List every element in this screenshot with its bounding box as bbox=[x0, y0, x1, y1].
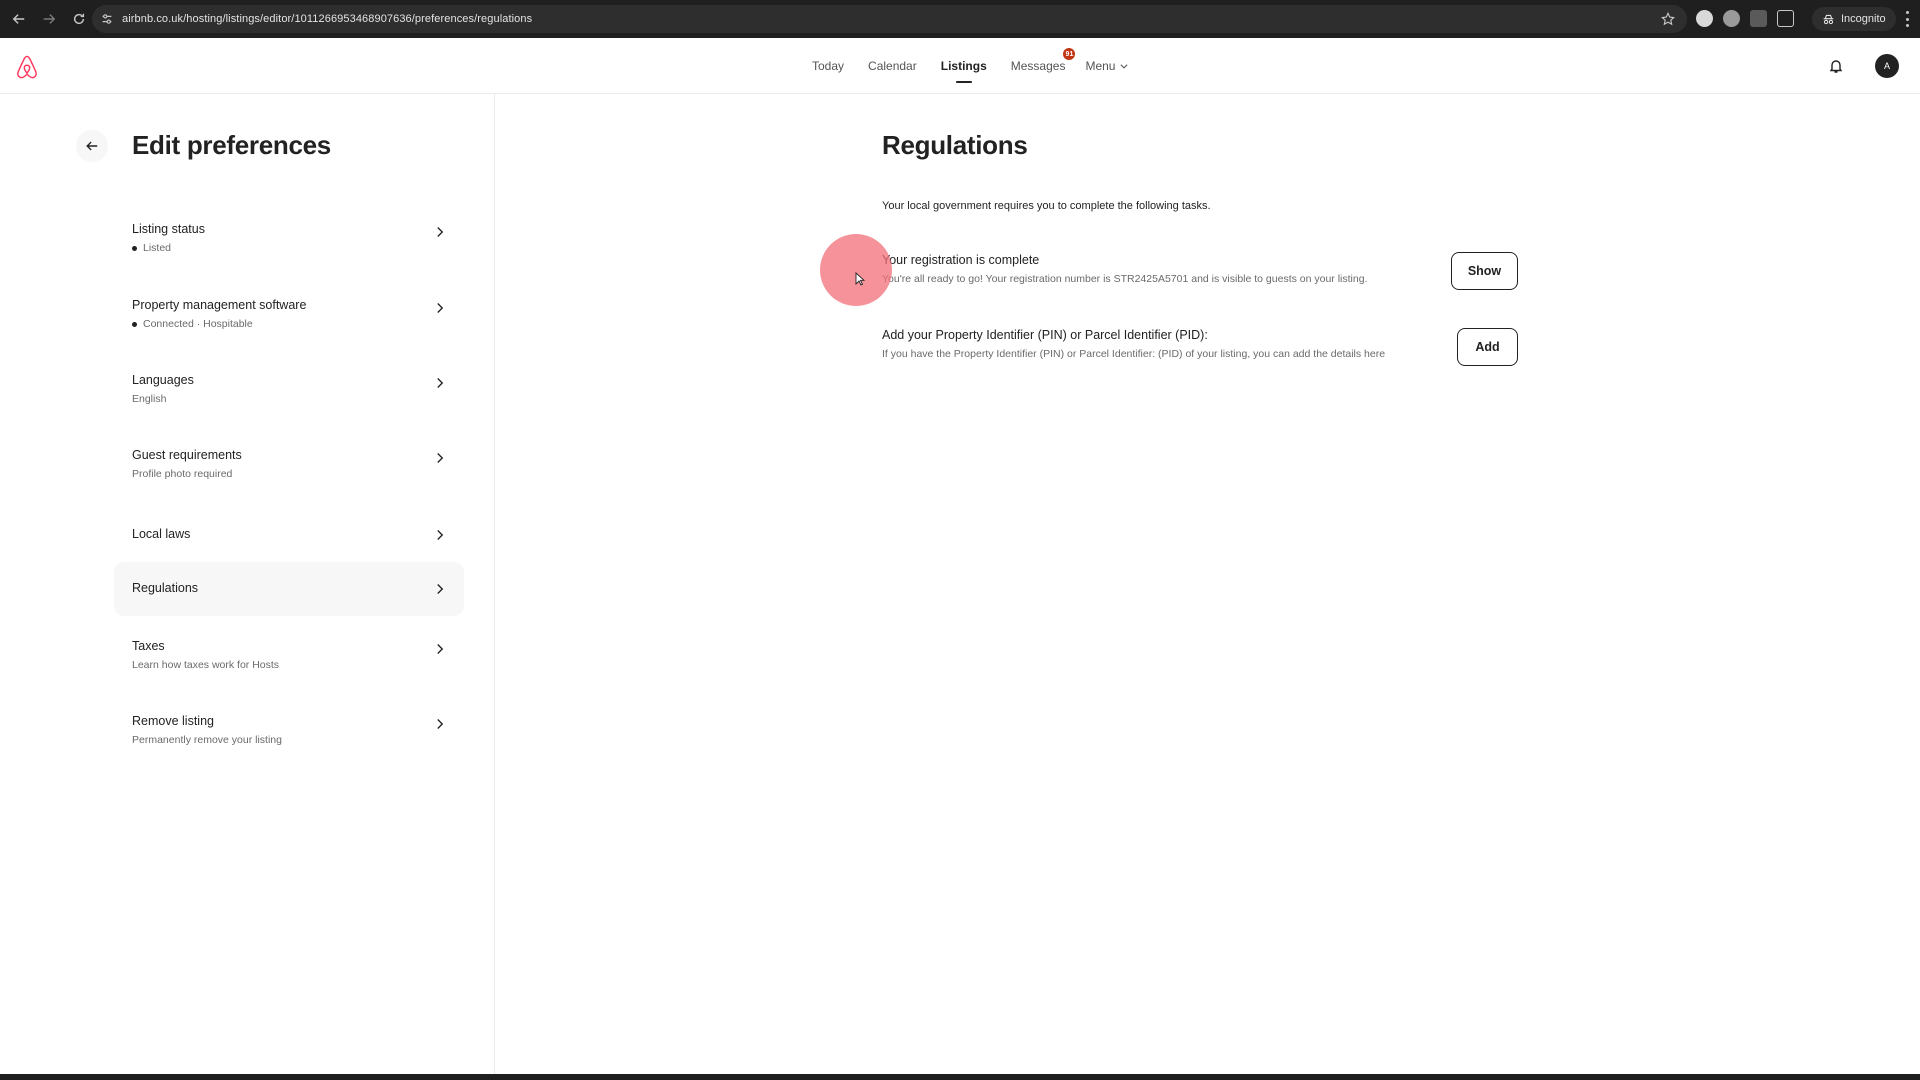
chevron-right-icon bbox=[437, 378, 444, 388]
pref-item-label: Local laws bbox=[132, 527, 191, 541]
pref-item-sub: Profile photo required bbox=[132, 468, 233, 480]
notifications-bell-icon[interactable] bbox=[1828, 58, 1844, 74]
extension-icon[interactable] bbox=[1750, 10, 1767, 27]
pref-item-regulations[interactable]: Regulations bbox=[114, 562, 464, 616]
nav-listings[interactable]: Listings bbox=[941, 59, 987, 73]
pref-item-sub: Listed bbox=[132, 242, 171, 254]
chevron-right-icon bbox=[437, 644, 444, 654]
pref-item-guest-requirements[interactable]: Guest requirements Profile photo require… bbox=[114, 442, 464, 494]
site-settings-icon[interactable] bbox=[100, 12, 114, 26]
nav-menu-label: Menu bbox=[1085, 59, 1116, 73]
chevron-right-icon bbox=[437, 719, 444, 729]
pref-item-label: Guest requirements bbox=[132, 448, 242, 462]
status-dot-icon bbox=[132, 245, 137, 251]
extensions-puzzle-icon[interactable] bbox=[1777, 10, 1794, 27]
incognito-icon bbox=[1823, 14, 1834, 24]
pref-item-remove-listing[interactable]: Remove listing Permanently remove your l… bbox=[114, 708, 464, 760]
pref-item-label: Listing status bbox=[132, 222, 205, 236]
chevron-right-icon bbox=[437, 453, 444, 463]
address-bar[interactable]: airbnb.co.uk/hosting/listings/editor/101… bbox=[92, 5, 1687, 33]
pref-item-label: Regulations bbox=[132, 581, 199, 595]
pin-pid-title: Add your Property Identifier (PIN) or Pa… bbox=[882, 328, 1208, 342]
nav-calendar[interactable]: Calendar bbox=[868, 59, 917, 73]
reload-icon bbox=[73, 13, 85, 25]
nav-menu[interactable]: Menu bbox=[1085, 59, 1129, 73]
pref-item-label: Property management software bbox=[132, 298, 307, 312]
registration-title: Your registration is complete bbox=[882, 253, 1040, 267]
back-button[interactable] bbox=[76, 130, 108, 162]
airbnb-logo-icon[interactable] bbox=[14, 54, 40, 80]
pref-item-languages[interactable]: Languages English bbox=[114, 367, 464, 419]
incognito-indicator[interactable]: Incognito bbox=[1812, 7, 1896, 31]
pref-item-label: Taxes bbox=[132, 639, 165, 653]
pref-item-sub: Learn how taxes work for Hosts bbox=[132, 659, 280, 671]
pref-item-sub: Connected · Hospitable bbox=[132, 318, 253, 330]
profile-avatar[interactable]: A bbox=[1875, 54, 1899, 78]
nav-today[interactable]: Today bbox=[812, 59, 844, 73]
extension-icon[interactable] bbox=[1723, 10, 1740, 27]
sidebar-title: Edit preferences bbox=[132, 130, 331, 160]
taskbar-strip bbox=[0, 1074, 1920, 1080]
pref-item-listing-status[interactable]: Listing status Listed bbox=[114, 216, 464, 268]
show-registration-button[interactable]: Show bbox=[1451, 252, 1518, 290]
messages-count-badge: 91 bbox=[1063, 48, 1076, 60]
pref-item-label: Remove listing bbox=[132, 714, 214, 728]
cursor-highlight bbox=[820, 234, 892, 306]
browser-menu-icon[interactable] bbox=[1906, 11, 1910, 27]
chevron-right-icon bbox=[437, 303, 444, 313]
chevron-down-icon bbox=[1120, 64, 1129, 69]
arrow-right-icon bbox=[43, 14, 56, 24]
pref-item-sub: Permanently remove your listing bbox=[132, 734, 282, 746]
page-title: Regulations bbox=[882, 130, 1028, 160]
pin-pid-description: If you have the Property Identifier (PIN… bbox=[882, 348, 1386, 360]
bookmark-star-icon[interactable] bbox=[1661, 12, 1675, 26]
chevron-right-icon bbox=[437, 227, 444, 237]
registration-description: You're all ready to go! Your registratio… bbox=[882, 273, 1368, 285]
forward-nav-button[interactable] bbox=[36, 6, 62, 32]
nav-messages[interactable]: Messages 91 bbox=[1010, 48, 1076, 73]
status-dot-icon bbox=[132, 321, 137, 327]
preferences-sidebar: Edit preferences Listing status Listed P… bbox=[0, 94, 495, 1074]
pref-item-property-management-software[interactable]: Property management software Connected ·… bbox=[114, 292, 464, 344]
url-text: airbnb.co.uk/hosting/listings/editor/101… bbox=[122, 13, 533, 25]
pref-item-sub-text: Listed bbox=[143, 242, 172, 254]
chevron-right-icon bbox=[437, 584, 444, 594]
pref-item-taxes[interactable]: Taxes Learn how taxes work for Hosts bbox=[114, 633, 464, 685]
regulations-intro: Your local government requires you to co… bbox=[882, 200, 1211, 212]
chevron-right-icon bbox=[437, 530, 444, 540]
extension-icon[interactable] bbox=[1696, 10, 1713, 27]
mouse-pointer-icon bbox=[855, 272, 865, 286]
regulations-panel: Regulations Your local government requir… bbox=[496, 94, 1920, 1074]
pref-item-sub: English bbox=[132, 393, 167, 405]
browser-toolbar: airbnb.co.uk/hosting/listings/editor/101… bbox=[0, 0, 1920, 38]
reload-button[interactable] bbox=[66, 6, 92, 32]
pref-item-local-laws[interactable]: Local laws bbox=[114, 514, 464, 556]
arrow-left-icon bbox=[12, 14, 25, 24]
pref-item-sub-text: Connected · Hospitable bbox=[143, 318, 253, 330]
pref-item-label: Languages bbox=[132, 373, 194, 387]
nav-messages-label: Messages bbox=[1010, 59, 1066, 73]
back-nav-button[interactable] bbox=[6, 6, 32, 32]
arrow-left-icon bbox=[86, 141, 98, 151]
add-pin-pid-button[interactable]: Add bbox=[1457, 328, 1518, 366]
app-header: Today Calendar Listings Messages 91 Menu… bbox=[0, 38, 1920, 94]
incognito-label: Incognito bbox=[1841, 13, 1886, 25]
primary-nav: Today Calendar Listings Messages 91 Menu bbox=[812, 38, 1153, 94]
